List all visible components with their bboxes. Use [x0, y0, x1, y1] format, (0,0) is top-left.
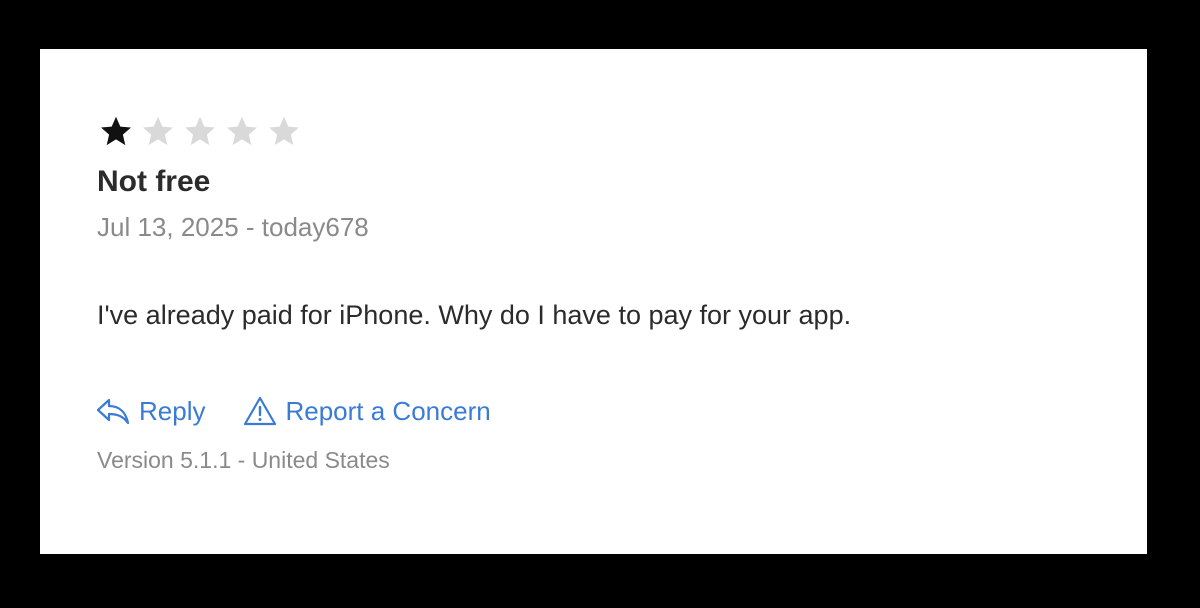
review-card: Not free Jul 13, 2025 - today678 I've al… [40, 49, 1147, 554]
version-region: Version 5.1.1 - United States [97, 447, 390, 473]
screenshot-frame: Not free Jul 13, 2025 - today678 I've al… [0, 0, 1200, 608]
star-icon-filled [97, 111, 135, 151]
star-icon-empty [139, 111, 177, 151]
star-icon-empty [181, 111, 219, 151]
report-concern-label: Report a Concern [285, 395, 491, 426]
review-date-author: Jul 13, 2025 - today678 [97, 212, 369, 242]
reply-label: Reply [139, 395, 206, 426]
warning-triangle-icon [243, 395, 277, 427]
review-actions: Reply Report a Concern [95, 389, 491, 433]
star-rating [97, 111, 307, 151]
star-icon-empty [223, 111, 261, 151]
reply-arrow-icon [95, 396, 131, 426]
review-title: Not free [97, 165, 211, 198]
report-concern-button[interactable]: Report a Concern [243, 395, 491, 427]
review-body: I've already paid for iPhone. Why do I h… [97, 300, 852, 330]
reply-button[interactable]: Reply [95, 396, 205, 427]
star-icon-empty [265, 111, 303, 151]
